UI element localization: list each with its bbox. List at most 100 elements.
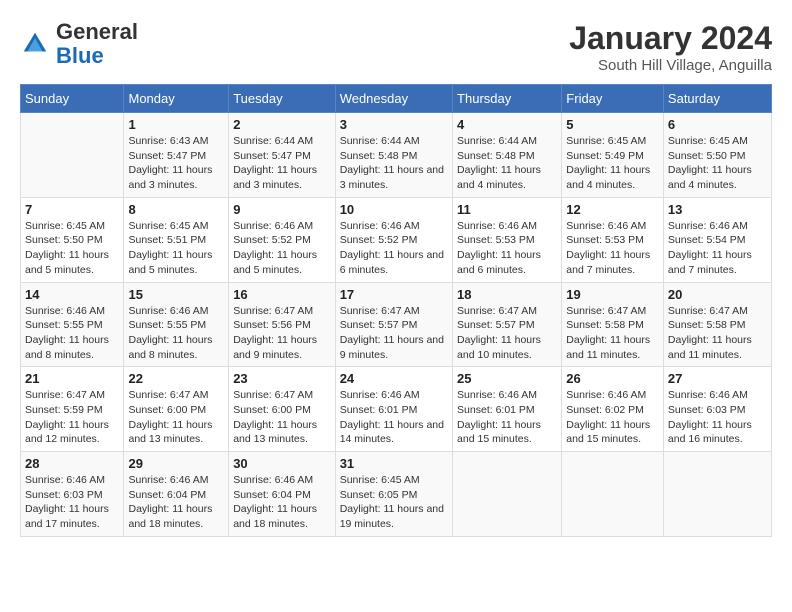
day-detail: Sunrise: 6:44 AMSunset: 5:48 PMDaylight:… bbox=[340, 134, 448, 193]
calendar-week-4: 21 Sunrise: 6:47 AMSunset: 5:59 PMDayligh… bbox=[21, 367, 772, 452]
col-tuesday: Tuesday bbox=[229, 85, 336, 113]
page-header: General Blue January 2024 South Hill Vil… bbox=[20, 20, 772, 74]
day-number: 31 bbox=[340, 456, 448, 471]
month-year: January 2024 bbox=[569, 20, 772, 57]
column-headers: Sunday Monday Tuesday Wednesday Thursday… bbox=[21, 85, 772, 113]
day-number: 11 bbox=[457, 202, 557, 217]
calendar-cell: 18 Sunrise: 6:47 AMSunset: 5:57 PMDayligh… bbox=[453, 282, 562, 367]
calendar-cell bbox=[21, 113, 124, 198]
day-number: 21 bbox=[25, 371, 119, 386]
calendar-cell: 19Sunrise: 6:47 AMSunset: 5:58 PMDayligh… bbox=[562, 282, 664, 367]
day-number: 10 bbox=[340, 202, 448, 217]
calendar-cell bbox=[562, 452, 664, 537]
day-number: 13 bbox=[668, 202, 767, 217]
day-number: 22 bbox=[128, 371, 224, 386]
logo-general: General bbox=[56, 19, 138, 44]
logo: General Blue bbox=[20, 20, 138, 68]
calendar-cell: 31Sunrise: 6:45 AMSunset: 6:05 PMDayligh… bbox=[335, 452, 452, 537]
day-detail: Sunrise: 6:46 AMSunset: 5:52 PMDaylight:… bbox=[340, 219, 448, 278]
day-number: 18 bbox=[457, 287, 557, 302]
title-block: January 2024 South Hill Village, Anguill… bbox=[569, 20, 772, 74]
day-detail: Sunrise: 6:47 AMSunset: 5:56 PMDaylight:… bbox=[233, 304, 331, 363]
day-detail: Sunrise: 6:46 AMSunset: 6:04 PMDaylight:… bbox=[128, 473, 224, 532]
day-detail: Sunrise: 6:46 AMSunset: 5:53 PMDaylight:… bbox=[566, 219, 659, 278]
day-detail: Sunrise: 6:46 AMSunset: 6:03 PMDaylight:… bbox=[25, 473, 119, 532]
calendar-cell: 16 Sunrise: 6:47 AMSunset: 5:56 PMDayligh… bbox=[229, 282, 336, 367]
day-number: 23 bbox=[233, 371, 331, 386]
day-number: 6 bbox=[668, 117, 767, 132]
calendar-table: Sunday Monday Tuesday Wednesday Thursday… bbox=[20, 84, 772, 537]
calendar-cell: 10 Sunrise: 6:46 AMSunset: 5:52 PMDayligh… bbox=[335, 197, 452, 282]
calendar-cell: 2 Sunrise: 6:44 AMSunset: 5:47 PMDaylight… bbox=[229, 113, 336, 198]
day-detail: Sunrise: 6:46 AMSunset: 6:01 PMDaylight:… bbox=[340, 388, 448, 447]
day-detail: Sunrise: 6:46 AMSunset: 6:01 PMDaylight:… bbox=[457, 388, 557, 447]
day-detail: Sunrise: 6:46 AMSunset: 5:55 PMDaylight:… bbox=[25, 304, 119, 363]
calendar-cell bbox=[663, 452, 771, 537]
calendar-cell: 7 Sunrise: 6:45 AMSunset: 5:50 PMDaylight… bbox=[21, 197, 124, 282]
calendar-cell: 28 Sunrise: 6:46 AMSunset: 6:03 PMDayligh… bbox=[21, 452, 124, 537]
calendar-cell: 12 Sunrise: 6:46 AMSunset: 5:53 PMDayligh… bbox=[562, 197, 664, 282]
day-number: 9 bbox=[233, 202, 331, 217]
day-detail: Sunrise: 6:45 AMSunset: 5:50 PMDaylight:… bbox=[25, 219, 119, 278]
day-detail: Sunrise: 6:46 AMSunset: 6:04 PMDaylight:… bbox=[233, 473, 331, 532]
day-detail: Sunrise: 6:45 AMSunset: 5:49 PMDaylight:… bbox=[566, 134, 659, 193]
day-detail: Sunrise: 6:44 AMSunset: 5:48 PMDaylight:… bbox=[457, 134, 557, 193]
day-detail: Sunrise: 6:46 AMSunset: 5:55 PMDaylight:… bbox=[128, 304, 224, 363]
calendar-cell: 22 Sunrise: 6:47 AMSunset: 6:00 PMDayligh… bbox=[124, 367, 229, 452]
day-number: 4 bbox=[457, 117, 557, 132]
calendar-cell: 5 Sunrise: 6:45 AMSunset: 5:49 PMDaylight… bbox=[562, 113, 664, 198]
day-detail: Sunrise: 6:46 AMSunset: 6:02 PMDaylight:… bbox=[566, 388, 659, 447]
calendar-cell: 27Sunrise: 6:46 AMSunset: 6:03 PMDayligh… bbox=[663, 367, 771, 452]
calendar-cell: 26 Sunrise: 6:46 AMSunset: 6:02 PMDayligh… bbox=[562, 367, 664, 452]
calendar-cell: 20 Sunrise: 6:47 AMSunset: 5:58 PMDayligh… bbox=[663, 282, 771, 367]
col-friday: Friday bbox=[562, 85, 664, 113]
calendar-cell: 9Sunrise: 6:46 AMSunset: 5:52 PMDaylight… bbox=[229, 197, 336, 282]
day-number: 30 bbox=[233, 456, 331, 471]
logo-icon bbox=[20, 29, 50, 59]
calendar-week-2: 7 Sunrise: 6:45 AMSunset: 5:50 PMDaylight… bbox=[21, 197, 772, 282]
day-detail: Sunrise: 6:47 AMSunset: 5:58 PMDaylight:… bbox=[566, 304, 659, 363]
day-number: 24 bbox=[340, 371, 448, 386]
day-detail: Sunrise: 6:47 AMSunset: 5:59 PMDaylight:… bbox=[25, 388, 119, 447]
logo-blue: Blue bbox=[56, 43, 104, 68]
day-detail: Sunrise: 6:47 AMSunset: 6:00 PMDaylight:… bbox=[233, 388, 331, 447]
day-detail: Sunrise: 6:45 AMSunset: 5:50 PMDaylight:… bbox=[668, 134, 767, 193]
day-detail: Sunrise: 6:45 AMSunset: 5:51 PMDaylight:… bbox=[128, 219, 224, 278]
day-detail: Sunrise: 6:47 AMSunset: 5:57 PMDaylight:… bbox=[340, 304, 448, 363]
day-detail: Sunrise: 6:43 AMSunset: 5:47 PMDaylight:… bbox=[128, 134, 224, 193]
calendar-cell: 13 Sunrise: 6:46 AMSunset: 5:54 PMDayligh… bbox=[663, 197, 771, 282]
col-monday: Monday bbox=[124, 85, 229, 113]
day-number: 14 bbox=[25, 287, 119, 302]
day-number: 1 bbox=[128, 117, 224, 132]
day-number: 17 bbox=[340, 287, 448, 302]
day-detail: Sunrise: 6:46 AMSunset: 6:03 PMDaylight:… bbox=[668, 388, 767, 447]
col-thursday: Thursday bbox=[453, 85, 562, 113]
calendar-cell: 15 Sunrise: 6:46 AMSunset: 5:55 PMDayligh… bbox=[124, 282, 229, 367]
col-sunday: Sunday bbox=[21, 85, 124, 113]
day-detail: Sunrise: 6:47 AMSunset: 6:00 PMDaylight:… bbox=[128, 388, 224, 447]
calendar-week-3: 14 Sunrise: 6:46 AMSunset: 5:55 PMDayligh… bbox=[21, 282, 772, 367]
day-number: 26 bbox=[566, 371, 659, 386]
day-number: 16 bbox=[233, 287, 331, 302]
day-detail: Sunrise: 6:46 AMSunset: 5:54 PMDaylight:… bbox=[668, 219, 767, 278]
calendar-cell: 3Sunrise: 6:44 AMSunset: 5:48 PMDaylight… bbox=[335, 113, 452, 198]
day-detail: Sunrise: 6:47 AMSunset: 5:58 PMDaylight:… bbox=[668, 304, 767, 363]
calendar-cell: 24 Sunrise: 6:46 AMSunset: 6:01 PMDayligh… bbox=[335, 367, 452, 452]
day-number: 2 bbox=[233, 117, 331, 132]
day-number: 12 bbox=[566, 202, 659, 217]
day-number: 15 bbox=[128, 287, 224, 302]
calendar-cell: 11 Sunrise: 6:46 AMSunset: 5:53 PMDayligh… bbox=[453, 197, 562, 282]
calendar-cell: 23 Sunrise: 6:47 AMSunset: 6:00 PMDayligh… bbox=[229, 367, 336, 452]
day-detail: Sunrise: 6:44 AMSunset: 5:47 PMDaylight:… bbox=[233, 134, 331, 193]
calendar-cell bbox=[453, 452, 562, 537]
day-number: 25 bbox=[457, 371, 557, 386]
calendar-cell: 21 Sunrise: 6:47 AMSunset: 5:59 PMDayligh… bbox=[21, 367, 124, 452]
day-number: 28 bbox=[25, 456, 119, 471]
day-number: 5 bbox=[566, 117, 659, 132]
day-number: 7 bbox=[25, 202, 119, 217]
day-number: 20 bbox=[668, 287, 767, 302]
day-detail: Sunrise: 6:47 AMSunset: 5:57 PMDaylight:… bbox=[457, 304, 557, 363]
calendar-cell: 30 Sunrise: 6:46 AMSunset: 6:04 PMDayligh… bbox=[229, 452, 336, 537]
day-detail: Sunrise: 6:46 AMSunset: 5:53 PMDaylight:… bbox=[457, 219, 557, 278]
col-saturday: Saturday bbox=[663, 85, 771, 113]
